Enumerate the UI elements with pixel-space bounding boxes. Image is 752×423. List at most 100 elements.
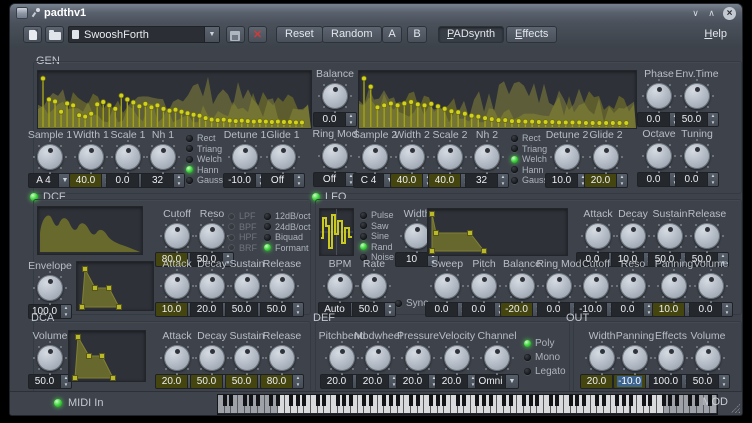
piano-key-black[interactable] [668,395,672,406]
gen-tuning-spinbox[interactable]: 0.0▲▼ [675,172,719,187]
piano-key-black[interactable] [223,395,227,406]
dcf-envelope-amount-knob[interactable] [37,275,63,301]
piano-key-black[interactable] [289,395,293,406]
lfo-ringmod-knob[interactable] [546,273,572,299]
dca-attack-knob[interactable] [164,345,190,371]
out-volume[interactable]: Volume50.0▲▼ [684,330,732,392]
piano-key-black[interactable] [522,395,526,406]
piano-key-black[interactable] [529,395,533,406]
piano-key-black[interactable] [389,395,393,406]
osc1-width-knob[interactable] [78,144,104,170]
osc1-nh-spin-buttons[interactable]: ▲▼ [173,174,184,187]
osc2-scale-knob[interactable] [437,144,463,170]
dca-release-spinbox[interactable]: 80.0▲▼ [260,374,304,389]
def-mode-radios-mono[interactable]: Mono [524,350,566,364]
osc1-glide[interactable]: Glide 1Off▲▼ [259,129,307,191]
lfo-shape-radios-sine[interactable]: Sine [360,231,394,242]
dcf-sustain-knob[interactable] [234,273,260,299]
lfo-shape-radios-saw[interactable]: Saw [360,221,394,232]
dca-sustain-knob[interactable] [234,345,260,371]
def-velocity-knob[interactable] [444,345,470,371]
midi-in-indicator[interactable]: MIDI In [54,397,103,409]
def-pressure-knob[interactable] [405,345,431,371]
osc2-sample-knob[interactable] [362,144,388,170]
osc1-window-radios-rect[interactable]: Rect [186,133,223,144]
dca-release-spin-buttons[interactable]: ▲▼ [292,375,303,388]
lfo-panning-knob[interactable] [661,273,687,299]
lfo-attack-knob[interactable] [585,223,611,249]
tab-a-button[interactable]: A [382,26,402,43]
lfo-volume-knob[interactable] [698,273,724,299]
piano-key-black[interactable] [489,395,493,406]
dcf-type-radios-bpf[interactable]: BPF [228,222,257,233]
piano-key-black[interactable] [269,395,273,406]
delete-preset-button[interactable]: ✕ [248,26,267,43]
lfo-decay-knob[interactable] [620,223,646,249]
piano-key-black[interactable] [622,395,626,406]
gen-balance-spinbox[interactable]: 0.0▲▼ [313,112,357,127]
dca-volume-knob[interactable] [37,345,63,371]
lfo-balance-knob[interactable] [509,273,535,299]
dcf-release-spinbox[interactable]: 50.0▲▼ [260,302,304,317]
gen-phase-knob[interactable] [646,83,672,109]
piano-key-black[interactable] [662,395,666,406]
piano-key-black[interactable] [369,395,373,406]
piano-key-black[interactable] [296,395,300,406]
lfo-pitch-knob[interactable] [471,273,497,299]
dcf-reso-knob[interactable] [199,223,225,249]
lfo-volume-spinbox[interactable]: 0.0▲▼ [689,302,733,317]
piano-key-black[interactable] [642,395,646,406]
out-effects-knob[interactable] [658,345,684,371]
osc2-nh-knob[interactable] [474,144,500,170]
piano-key-black[interactable] [322,395,326,406]
titlebar[interactable]: padthv1 ∨ ∧ × [10,4,742,24]
osc1-glide-spin-buttons[interactable]: ▲▼ [293,174,304,187]
dcf-filter-display[interactable] [37,206,143,255]
lfo-release-knob[interactable] [694,223,720,249]
piano-key-black[interactable] [382,395,386,406]
osc1-sample-knob[interactable] [37,144,63,170]
osc1-detune-knob[interactable] [232,144,258,170]
lfo-reso-spinbox[interactable]: 0.0▲▼ [611,302,655,317]
dca-envelope-display[interactable] [68,330,146,382]
gen-tuning[interactable]: Tuning0.0▲▼ [673,128,721,190]
piano-key-black[interactable] [675,395,679,406]
piano-key-black[interactable] [688,395,692,406]
piano-key-black[interactable] [462,395,466,406]
dcf-envelope-amount-spin-buttons[interactable]: ▲▼ [60,305,71,318]
dcf-type-radios-brf[interactable]: BRF [228,243,257,254]
dcf-slope-radios-formant[interactable]: Formant [264,243,311,254]
piano-key-black[interactable] [342,395,346,406]
piano-key-black[interactable] [409,395,413,406]
piano-key-black[interactable] [549,395,553,406]
dcf-type-radios-hpf[interactable]: HPF [228,232,257,243]
piano-key-black[interactable] [535,395,539,406]
piano-key-black[interactable] [243,395,247,406]
osc2-nh[interactable]: Nh 232▲▼ [463,129,511,191]
piano-key-black[interactable] [229,395,233,406]
padsynth-tab[interactable]: PADsynth [438,26,504,43]
gen-envtime[interactable]: Env.Time50.0▲▼ [673,68,721,130]
def-channel-combo[interactable]: Omni▼ [475,374,519,389]
minimize-button[interactable]: ∨ [689,7,702,20]
lfo-rate[interactable]: Rate50.0▲▼ [350,258,398,320]
def-mode-radios-poly[interactable]: Poly [524,336,566,350]
piano-key-black[interactable] [442,395,446,406]
piano-key-black[interactable] [569,395,573,406]
lfo-rate-spinbox[interactable]: 50.0▲▼ [352,302,396,317]
maximize-button[interactable]: ∧ [705,7,718,20]
gen-tuning-spin-buttons[interactable]: ▲▼ [707,173,718,186]
piano-key-black[interactable] [362,395,366,406]
lfo-sweep-knob[interactable] [434,273,460,299]
osc1-scale-knob[interactable] [115,144,141,170]
piano-key-black[interactable] [256,395,260,406]
dcf-type-radios-lpf[interactable]: LPF [228,211,257,222]
osc1-harmonics-display[interactable] [37,70,312,129]
gen-envtime-knob[interactable] [684,83,710,109]
new-preset-button[interactable] [23,26,42,43]
dcf-cutoff-knob[interactable] [164,223,190,249]
piano-key-black[interactable] [475,395,479,406]
save-preset-button[interactable] [226,26,245,43]
gen-envtime-spin-buttons[interactable]: ▲▼ [707,113,718,126]
tab-b-button[interactable]: B [407,26,427,43]
